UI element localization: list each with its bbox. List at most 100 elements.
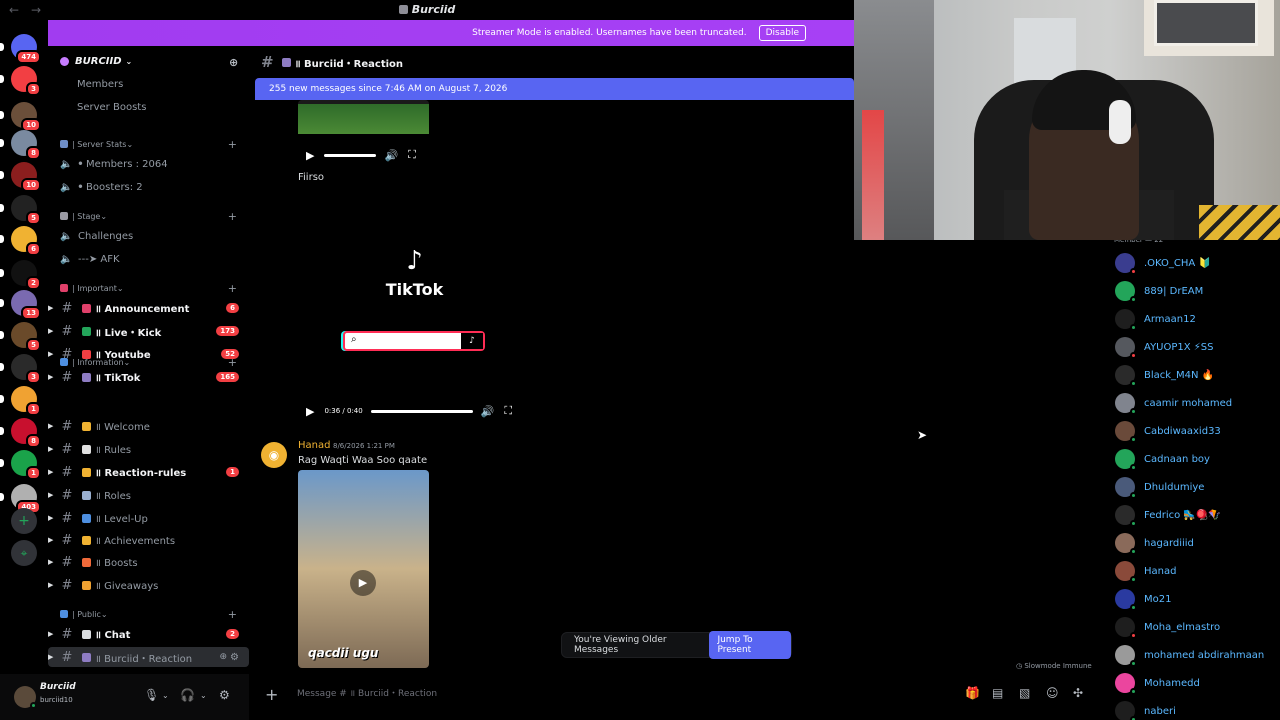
chevron-down-icon[interactable]: ⌄ bbox=[200, 691, 207, 700]
member-item[interactable]: hagardiiid bbox=[1099, 530, 1280, 556]
message-input[interactable] bbox=[297, 689, 897, 699]
expand-arrow-icon[interactable]: ▶ bbox=[48, 653, 53, 661]
emoji-icon[interactable]: ☺ bbox=[1046, 686, 1059, 700]
category-header[interactable]: | Stage ⌄ + bbox=[48, 208, 249, 224]
member-item[interactable]: mohamed abdirahmaan bbox=[1099, 642, 1280, 668]
server-icon[interactable]: 2 bbox=[0, 260, 41, 290]
expand-arrow-icon[interactable]: ▶ bbox=[48, 581, 53, 589]
add-member-icon[interactable]: ⊕ bbox=[219, 652, 227, 662]
avatar[interactable]: ◉ bbox=[261, 442, 287, 468]
sidebar-item-members[interactable]: Members bbox=[48, 74, 249, 94]
sidebar-channel[interactable]: ▶ # ॥ Rules bbox=[48, 439, 249, 459]
expand-arrow-icon[interactable]: ▶ bbox=[48, 630, 53, 638]
apps-icon[interactable]: ✣ bbox=[1073, 686, 1083, 700]
member-item[interactable]: Hanad bbox=[1099, 558, 1280, 584]
member-item[interactable]: Mo21 bbox=[1099, 586, 1280, 612]
category-header[interactable]: | Important ⌄ + bbox=[48, 280, 249, 296]
server-icon[interactable]: 5 bbox=[0, 195, 41, 225]
member-item[interactable]: Moha_elmastro bbox=[1099, 614, 1280, 640]
play-icon[interactable]: ▶ bbox=[350, 570, 376, 596]
expand-arrow-icon[interactable]: ▶ bbox=[48, 445, 53, 453]
expand-arrow-icon[interactable]: ▶ bbox=[48, 327, 53, 335]
play-icon[interactable]: ▶ bbox=[306, 149, 314, 162]
sidebar-channel[interactable]: ▶ # ॥ Announcement 6 bbox=[48, 298, 249, 318]
server-icon[interactable]: 474 bbox=[0, 34, 41, 64]
server-icon[interactable]: 3 bbox=[0, 66, 41, 96]
server-icon[interactable]: 3 bbox=[0, 354, 41, 384]
sidebar-channel[interactable]: 🔈 ---➤ AFK bbox=[48, 249, 249, 269]
server-icon[interactable]: 10 bbox=[0, 102, 41, 132]
member-item[interactable]: Cabdiwaaxid33 bbox=[1099, 418, 1280, 444]
create-channel-icon[interactable]: + bbox=[228, 356, 237, 369]
member-item[interactable]: Cadnaan boy bbox=[1099, 446, 1280, 472]
add-member-icon[interactable]: ⊕ bbox=[229, 56, 241, 69]
sidebar-channel[interactable]: ▶ # ॥ Burciid・Reaction ⊕ ⚙ bbox=[48, 647, 249, 667]
microphone-icon[interactable]: 🎙 bbox=[144, 688, 159, 702]
member-item[interactable]: Fedrico 🛼🪀🪁 bbox=[1099, 502, 1280, 528]
server-icon[interactable]: 1 bbox=[0, 450, 41, 480]
server-icon[interactable]: 10 bbox=[0, 162, 41, 192]
category-header[interactable]: | Information ⌄ + bbox=[48, 354, 249, 370]
create-channel-icon[interactable]: + bbox=[228, 138, 237, 151]
sidebar-channel[interactable]: ▶ # ॥ Roles bbox=[48, 485, 249, 505]
sidebar-channel[interactable]: ▶ # ॥ TikTok 165 bbox=[48, 367, 249, 387]
sidebar-channel[interactable]: ▶ # ॥ Achievements bbox=[48, 530, 249, 550]
expand-arrow-icon[interactable]: ▶ bbox=[48, 491, 53, 499]
expand-arrow-icon[interactable]: ▶ bbox=[48, 373, 53, 381]
video-player[interactable]: ♪ TikTok ⌕ ♪ ▶ 0:36 / 0:40 🔊 ⛶ bbox=[298, 188, 531, 422]
fullscreen-icon[interactable]: ⛶ bbox=[408, 148, 416, 162]
sidebar-channel[interactable]: ▶ # ॥ Welcome bbox=[48, 416, 249, 436]
category-header[interactable]: | Public ⌄ + bbox=[48, 606, 249, 622]
server-icon[interactable]: 1 bbox=[0, 386, 41, 416]
expand-arrow-icon[interactable]: ▶ bbox=[48, 536, 53, 544]
sidebar-item-server-boosts[interactable]: Server Boosts bbox=[48, 97, 249, 117]
member-item[interactable]: AYUOP1X ⚡SS bbox=[1099, 334, 1280, 360]
server-icon[interactable]: 8 bbox=[0, 130, 41, 160]
server-icon[interactable]: 6 bbox=[0, 226, 41, 256]
expand-arrow-icon[interactable]: ▶ bbox=[48, 514, 53, 522]
volume-slider[interactable] bbox=[324, 153, 377, 157]
play-icon[interactable]: ▶ bbox=[306, 405, 314, 418]
create-channel-icon[interactable]: + bbox=[228, 282, 237, 295]
new-messages-bar[interactable]: 255 new messages since 7:46 AM on August… bbox=[255, 78, 854, 100]
jump-to-present-button[interactable]: Jump To Present bbox=[709, 631, 791, 659]
member-item[interactable]: naberi bbox=[1099, 698, 1280, 720]
disable-streamer-mode-button[interactable]: Disable bbox=[758, 25, 806, 41]
server-header[interactable]: BURCIID ⌄ ⊕ bbox=[48, 46, 249, 76]
video-player[interactable]: ▶ 🔊 ⛶ bbox=[298, 100, 429, 166]
avatar[interactable] bbox=[14, 686, 37, 709]
server-icon[interactable]: 403 bbox=[0, 484, 41, 514]
server-icon[interactable]: 5 bbox=[0, 322, 41, 352]
discover-servers-icon[interactable]: ⌖ bbox=[11, 540, 37, 566]
sidebar-channel[interactable]: ▶ # ॥ Boosts bbox=[48, 552, 249, 572]
member-item[interactable]: 889| DrEAM bbox=[1099, 278, 1280, 304]
add-attachment-icon[interactable]: + bbox=[265, 685, 285, 704]
member-item[interactable]: caamir mohamed bbox=[1099, 390, 1280, 416]
member-item[interactable]: Mohamedd bbox=[1099, 670, 1280, 696]
server-icon[interactable]: 13 bbox=[0, 290, 41, 320]
gift-icon[interactable]: 🎁 bbox=[965, 686, 980, 700]
create-channel-icon[interactable]: + bbox=[228, 608, 237, 621]
sidebar-channel[interactable]: 🔈 ꔷ Boosters: 2 bbox=[48, 177, 249, 197]
sidebar-channel[interactable]: ▶ # ॥ Chat 2 bbox=[48, 624, 249, 644]
member-item[interactable]: Black_M4N 🔥 bbox=[1099, 362, 1280, 388]
sidebar-channel[interactable]: ▶ # ॥ Reaction-rules 1 bbox=[48, 462, 249, 482]
expand-arrow-icon[interactable]: ▶ bbox=[48, 468, 53, 476]
message-author[interactable]: Hanad bbox=[298, 440, 330, 451]
member-item[interactable]: .OKO_CHA 🔰 bbox=[1099, 250, 1280, 276]
video-player[interactable]: ▶ qacdii ugu bbox=[298, 470, 429, 668]
progress-bar[interactable] bbox=[370, 409, 473, 413]
sidebar-channel[interactable]: 🔈 ꔷ Members : 2064 bbox=[48, 154, 249, 174]
create-channel-icon[interactable]: + bbox=[228, 210, 237, 223]
category-header[interactable]: | Server Stats ⌄ + bbox=[48, 136, 249, 152]
member-item[interactable]: Armaan12 bbox=[1099, 306, 1280, 332]
sidebar-channel[interactable]: 🔈 Challenges bbox=[48, 226, 249, 246]
expand-arrow-icon[interactable]: ▶ bbox=[48, 422, 53, 430]
chevron-down-icon[interactable]: ⌄ bbox=[162, 691, 169, 700]
expand-arrow-icon[interactable]: ▶ bbox=[48, 558, 53, 566]
gear-icon[interactable]: ⚙ bbox=[219, 688, 230, 702]
add-server-icon[interactable]: + bbox=[11, 508, 37, 534]
server-icon[interactable]: 8 bbox=[0, 418, 41, 448]
headphones-icon[interactable]: 🎧 bbox=[180, 688, 195, 702]
member-item[interactable]: Dhuldumiye bbox=[1099, 474, 1280, 500]
